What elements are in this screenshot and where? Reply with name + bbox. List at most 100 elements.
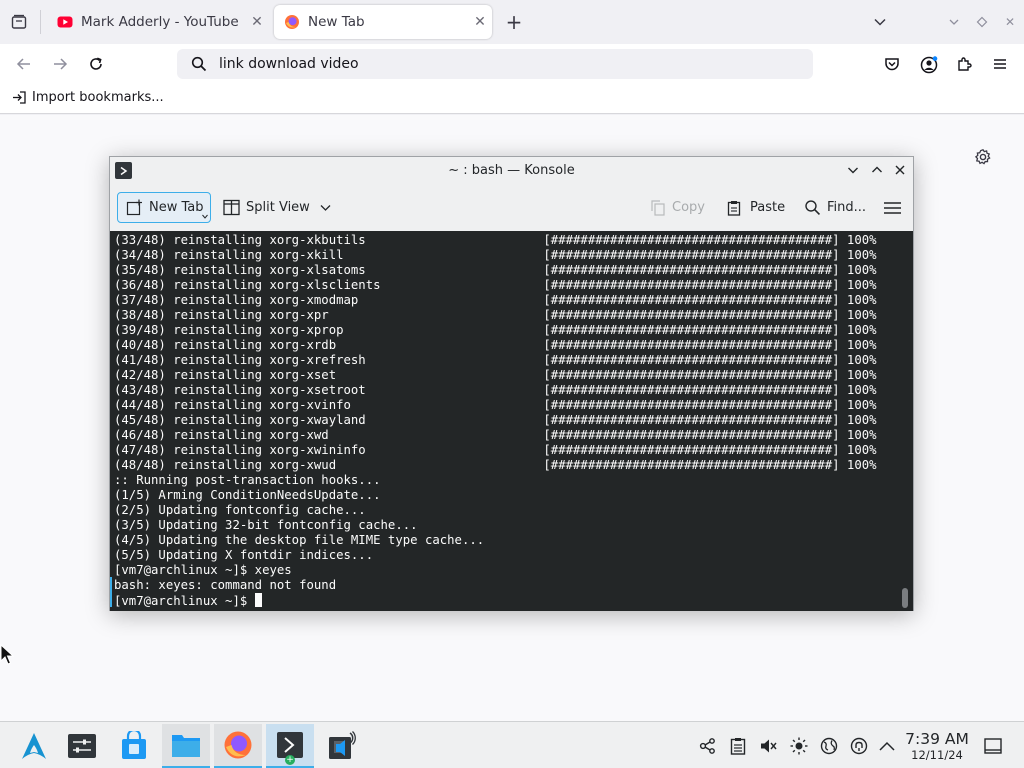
close-tab-icon[interactable]: ✕ — [245, 14, 269, 30]
firefox-icon — [285, 15, 299, 29]
speaker-app-icon — [329, 731, 356, 759]
dropdown-arrow-icon — [202, 214, 208, 219]
terminal-line: :: Running post-transaction hooks... — [114, 473, 381, 487]
extensions-puzzle-icon[interactable] — [954, 54, 974, 74]
tab-new-tab[interactable]: New Tab ✕ — [274, 5, 492, 39]
youtube-icon — [57, 16, 73, 28]
new-tab-button[interactable]: New Tab — [117, 192, 211, 223]
firefox-icon — [224, 731, 252, 759]
split-view-icon — [223, 199, 240, 216]
paste-label: Paste — [750, 200, 786, 215]
brightness-tray-icon[interactable] — [789, 736, 809, 756]
terminal-line: (37/48) reinstalling xorg-xmodmap [#####… — [114, 293, 877, 307]
find-button[interactable]: Find... — [804, 192, 866, 223]
terminal-line: (5/5) Updating X fontdir indices... — [114, 548, 374, 562]
tab-youtube[interactable]: Mark Adderly - YouTube ✕ — [47, 5, 269, 39]
minimize-konsole-icon[interactable] — [845, 162, 861, 178]
new-tab-plus-icon[interactable]: + — [503, 10, 525, 34]
terminal-line: (48/48) reinstalling xorg-xwud [########… — [114, 458, 877, 472]
tab-separator — [40, 10, 41, 34]
paste-icon — [727, 200, 741, 216]
terminal-scrollbar[interactable] — [902, 588, 908, 608]
terminal-line: (47/48) reinstalling xorg-xwininfo [####… — [114, 443, 877, 457]
url-bar[interactable]: link download video — [177, 49, 813, 79]
terminal-line: bash: xeyes: command not found — [114, 578, 337, 592]
import-bookmarks-button[interactable]: Import bookmarks... — [12, 90, 164, 105]
konsole-toolbar: New Tab Split View Copy Paste Find... — [110, 185, 913, 231]
search-icon — [191, 56, 207, 72]
tab-title: Mark Adderly - YouTube — [81, 14, 239, 30]
reload-icon[interactable] — [86, 54, 106, 74]
split-view-label: Split View — [246, 200, 310, 215]
network-globe-tray-icon[interactable] — [819, 736, 839, 756]
konsole-window-title: ~ : bash — Konsole — [448, 163, 575, 178]
list-all-tabs-chevron-icon[interactable] — [870, 12, 890, 32]
hamburger-menu-icon — [883, 201, 901, 214]
show-hidden-icons-chevron-icon[interactable] — [877, 736, 897, 756]
clipboard-tray-icon[interactable] — [728, 736, 748, 756]
terminal-line: (4/5) Updating the desktop file MIME typ… — [114, 533, 485, 547]
maximize-konsole-icon[interactable] — [869, 162, 885, 178]
terminal-cursor — [254, 593, 262, 607]
clock-date[interactable]: 12/11/24 — [901, 748, 973, 762]
terminal-line: [vm7@archlinux ~]$ — [114, 593, 877, 608]
terminal-area[interactable]: (33/48) reinstalling xorg-xkbutils [####… — [110, 231, 913, 611]
forward-arrow-icon[interactable] — [50, 54, 70, 74]
account-icon[interactable] — [918, 54, 940, 76]
maximize-window-icon[interactable] — [972, 12, 992, 32]
konsole-app-icon — [115, 162, 132, 179]
add-badge-icon: + — [285, 755, 295, 765]
copy-icon — [651, 199, 665, 216]
paste-button[interactable]: Paste — [726, 192, 788, 223]
network-share-tray-icon[interactable] — [698, 736, 718, 756]
terminal-line: [vm7@archlinux ~]$ xeyes — [114, 563, 292, 577]
terminal-line: (42/48) reinstalling xorg-xset [########… — [114, 368, 877, 382]
terminal-line: (2/5) Updating fontconfig cache... — [114, 503, 366, 517]
url-bar-text[interactable]: link download video — [219, 56, 359, 72]
terminal-line: (34/48) reinstalling xorg-xkill [#######… — [114, 248, 877, 262]
konsole-titlebar[interactable]: ~ : bash — Konsole — [110, 157, 913, 184]
clock-time[interactable]: 7:39 AM — [901, 730, 973, 748]
folder-icon — [172, 735, 200, 757]
pocket-icon[interactable] — [882, 54, 902, 74]
find-search-icon — [805, 200, 821, 216]
show-desktop-icon[interactable] — [982, 736, 1004, 756]
minimize-window-icon[interactable] — [944, 12, 964, 32]
terminal-output: (33/48) reinstalling xorg-xkbutils [####… — [114, 233, 877, 608]
volume-muted-tray-icon[interactable] — [758, 736, 778, 756]
split-view-button[interactable]: Split View — [223, 192, 331, 223]
arch-icon — [22, 733, 46, 759]
konsole-menu-button[interactable] — [880, 192, 904, 223]
tab-list-icon[interactable] — [8, 11, 30, 33]
terminal-line: (36/48) reinstalling xorg-xlsclients [##… — [114, 278, 877, 292]
firefox-taskbar-button[interactable] — [214, 724, 262, 768]
discover-store-button[interactable] — [110, 724, 158, 768]
copy-button[interactable]: Copy — [650, 192, 710, 223]
browser-tab-bar: Mark Adderly - YouTube ✕ New Tab ✕ + ✕ — [0, 0, 1024, 44]
new-tab-settings-gear-icon[interactable] — [972, 146, 994, 168]
terminal-line: (1/5) Arming ConditionNeedsUpdate... — [114, 488, 381, 502]
terminal-line: (41/48) reinstalling xorg-xrefresh [####… — [114, 353, 877, 367]
terminal-line: (40/48) reinstalling xorg-xrdb [########… — [114, 338, 877, 352]
copy-label: Copy — [672, 200, 705, 215]
terminal-line: (35/48) reinstalling xorg-xlsatoms [####… — [114, 263, 877, 277]
navigation-toolbar: link download video — [0, 44, 1024, 84]
application-launcher-button[interactable] — [10, 724, 58, 768]
hamburger-menu-icon[interactable] — [990, 54, 1010, 74]
dolphin-file-manager-button[interactable] — [162, 724, 210, 768]
prompt-marker — [110, 577, 112, 607]
terminal-line: (44/48) reinstalling xorg-xvinfo [######… — [114, 398, 877, 412]
close-konsole-icon[interactable] — [892, 162, 908, 178]
close-tab-icon[interactable]: ✕ — [468, 14, 492, 30]
settings-icon — [68, 734, 96, 758]
back-arrow-icon[interactable] — [14, 54, 34, 74]
audio-app-button[interactable] — [318, 724, 366, 768]
konsole-taskbar-button[interactable]: + — [266, 724, 314, 768]
close-window-icon[interactable]: ✕ — [1000, 12, 1020, 32]
updates-tray-icon[interactable] — [849, 736, 869, 756]
store-icon — [122, 731, 146, 759]
terminal-line: (46/48) reinstalling xorg-xwd [#########… — [114, 428, 877, 442]
system-settings-button[interactable] — [58, 724, 106, 768]
konsole-window: ~ : bash — Konsole New Tab Split View Co… — [109, 156, 914, 611]
terminal-line: (43/48) reinstalling xorg-xsetroot [####… — [114, 383, 877, 397]
